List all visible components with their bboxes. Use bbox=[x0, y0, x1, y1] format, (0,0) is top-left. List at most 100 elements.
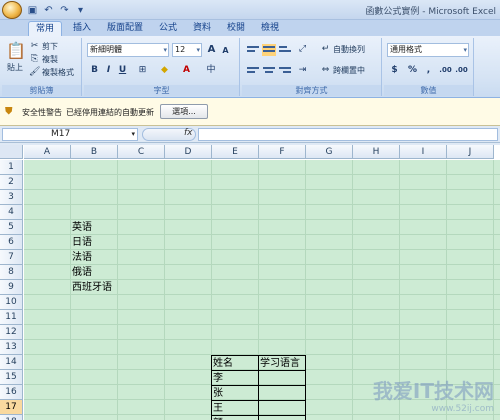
increase-decimal-button[interactable]: .00 bbox=[438, 64, 453, 77]
italic-button[interactable]: I bbox=[102, 64, 115, 77]
fill-color-icon[interactable]: ◆ bbox=[158, 64, 171, 77]
grow-font-button[interactable]: A bbox=[205, 43, 218, 56]
bold-button[interactable]: B bbox=[88, 64, 101, 77]
currency-button[interactable]: $ bbox=[388, 64, 401, 77]
paste-button[interactable]: 📋 貼上 bbox=[6, 40, 26, 73]
font-group-label: 字型 bbox=[84, 85, 239, 96]
align-right-icon[interactable] bbox=[278, 65, 292, 77]
column-header-i[interactable]: I bbox=[400, 145, 447, 159]
table-row: 颜 bbox=[211, 415, 306, 420]
format-painter-button[interactable]: 🖌 複製格式 bbox=[29, 67, 74, 78]
wrap-text-button[interactable]: ↵ 自動換列 bbox=[320, 44, 365, 55]
align-bottom-icon[interactable] bbox=[278, 44, 292, 56]
align-left-icon[interactable] bbox=[246, 65, 260, 77]
font-color-icon[interactable]: A bbox=[180, 64, 193, 77]
select-all-corner[interactable] bbox=[0, 145, 23, 159]
row-header-9[interactable]: 9 bbox=[0, 280, 23, 295]
table-header-row: 姓名 学习语言 bbox=[211, 355, 306, 371]
table-row: 张 bbox=[211, 385, 306, 401]
quick-access-toolbar: ▣ ↶ ↷ ▾ bbox=[26, 3, 87, 17]
font-name-select[interactable]: 新細明體 ▾ bbox=[87, 43, 169, 57]
merge-center-button[interactable]: ⇔ 跨欄置中 bbox=[320, 65, 365, 76]
table-cell[interactable] bbox=[258, 415, 306, 420]
phonetic-button[interactable]: 中 bbox=[202, 64, 220, 77]
indent-icon[interactable]: ⇥ bbox=[296, 64, 309, 77]
table-header-language[interactable]: 学习语言 bbox=[258, 355, 306, 371]
table-cell[interactable]: 张 bbox=[211, 385, 259, 401]
underline-button[interactable]: U bbox=[116, 64, 129, 77]
tab-data[interactable]: 資料 bbox=[186, 21, 218, 36]
column-header-c[interactable]: C bbox=[118, 145, 165, 159]
column-header-f[interactable]: F bbox=[259, 145, 306, 159]
row-header-14[interactable]: 14 bbox=[0, 355, 23, 370]
row-header-11[interactable]: 11 bbox=[0, 310, 23, 325]
column-header-g[interactable]: G bbox=[306, 145, 353, 159]
cell-b8[interactable]: 俄语 bbox=[72, 265, 92, 280]
orientation-icon[interactable]: ⤢ bbox=[296, 43, 309, 56]
cell-b6[interactable]: 日语 bbox=[72, 235, 92, 250]
align-center-icon[interactable] bbox=[262, 65, 276, 77]
options-button[interactable]: 選項... bbox=[160, 104, 208, 119]
row-header-6[interactable]: 6 bbox=[0, 235, 23, 250]
row-header-12[interactable]: 12 bbox=[0, 325, 23, 340]
table-cell[interactable] bbox=[258, 370, 306, 386]
tab-view[interactable]: 檢視 bbox=[254, 21, 286, 36]
row-header-5[interactable]: 5 bbox=[0, 220, 23, 235]
insert-function-button[interactable]: fx bbox=[184, 128, 193, 138]
column-header-j[interactable]: J bbox=[447, 145, 494, 159]
formula-input[interactable] bbox=[198, 128, 498, 141]
copy-button[interactable]: ⎘ 複製 bbox=[29, 54, 58, 65]
row-header-7[interactable]: 7 bbox=[0, 250, 23, 265]
decrease-decimal-button[interactable]: .00 bbox=[454, 64, 469, 77]
undo-icon[interactable]: ↶ bbox=[42, 4, 55, 17]
row-header-8[interactable]: 8 bbox=[0, 265, 23, 280]
table-header-name[interactable]: 姓名 bbox=[211, 355, 259, 371]
shrink-font-button[interactable]: A bbox=[219, 44, 232, 57]
row-header-13[interactable]: 13 bbox=[0, 340, 23, 355]
border-icon[interactable]: ⊞ bbox=[136, 64, 149, 77]
table-cell[interactable] bbox=[258, 385, 306, 401]
merge-icon: ⇔ bbox=[321, 65, 330, 75]
row-header-10[interactable]: 10 bbox=[0, 295, 23, 310]
column-header-e[interactable]: E bbox=[212, 145, 259, 159]
chevron-down-icon: ▾ bbox=[196, 46, 200, 54]
dropdown-icon[interactable]: ▾ bbox=[74, 4, 87, 17]
row-header-3[interactable]: 3 bbox=[0, 190, 23, 205]
percent-button[interactable]: % bbox=[406, 64, 419, 77]
tab-formulas[interactable]: 公式 bbox=[152, 21, 184, 36]
comma-button[interactable]: , bbox=[422, 64, 435, 77]
table-cell[interactable]: 李 bbox=[211, 370, 259, 386]
font-size-select[interactable]: 12 ▾ bbox=[172, 43, 202, 57]
align-top-icon[interactable] bbox=[246, 44, 260, 56]
office-button[interactable] bbox=[2, 1, 22, 19]
cell-b7[interactable]: 法语 bbox=[72, 250, 92, 265]
number-format-select[interactable]: 通用格式 ▾ bbox=[387, 43, 469, 57]
column-header-b[interactable]: B bbox=[71, 145, 118, 159]
tab-insert[interactable]: 插入 bbox=[66, 21, 98, 36]
row-header-1[interactable]: 1 bbox=[0, 160, 23, 175]
tab-review[interactable]: 校閱 bbox=[220, 21, 252, 36]
column-header-d[interactable]: D bbox=[165, 145, 212, 159]
row-header-4[interactable]: 4 bbox=[0, 205, 23, 220]
table-cell[interactable]: 颜 bbox=[211, 415, 259, 420]
row-header-17[interactable]: 17 bbox=[0, 400, 23, 415]
row-header-2[interactable]: 2 bbox=[0, 175, 23, 190]
tab-page-layout[interactable]: 版面配置 bbox=[100, 21, 150, 36]
tab-home[interactable]: 常用 bbox=[28, 21, 63, 36]
name-box[interactable]: M17 ▾ bbox=[2, 128, 138, 141]
save-icon[interactable]: ▣ bbox=[26, 4, 39, 17]
row-header-16[interactable]: 16 bbox=[0, 385, 23, 400]
table-cell[interactable] bbox=[258, 400, 306, 416]
alignment-group: ⤢ ⇥ ↵ 自動換列 ⇔ 跨欄置中 對齊方式 bbox=[242, 38, 382, 96]
row-header-15[interactable]: 15 bbox=[0, 370, 23, 385]
cell-b5[interactable]: 英语 bbox=[72, 220, 92, 235]
cell-b9[interactable]: 西班牙语 bbox=[72, 280, 112, 295]
cut-button[interactable]: ✂ 剪下 bbox=[29, 41, 58, 52]
align-middle-icon[interactable] bbox=[262, 44, 276, 56]
table-cell[interactable]: 王 bbox=[211, 400, 259, 416]
redo-icon[interactable]: ↷ bbox=[58, 4, 71, 17]
column-header-h[interactable]: H bbox=[353, 145, 400, 159]
shield-icon: ⛊ bbox=[5, 106, 13, 117]
row-header-18[interactable]: 18 bbox=[0, 415, 23, 420]
column-header-a[interactable]: A bbox=[24, 145, 71, 159]
